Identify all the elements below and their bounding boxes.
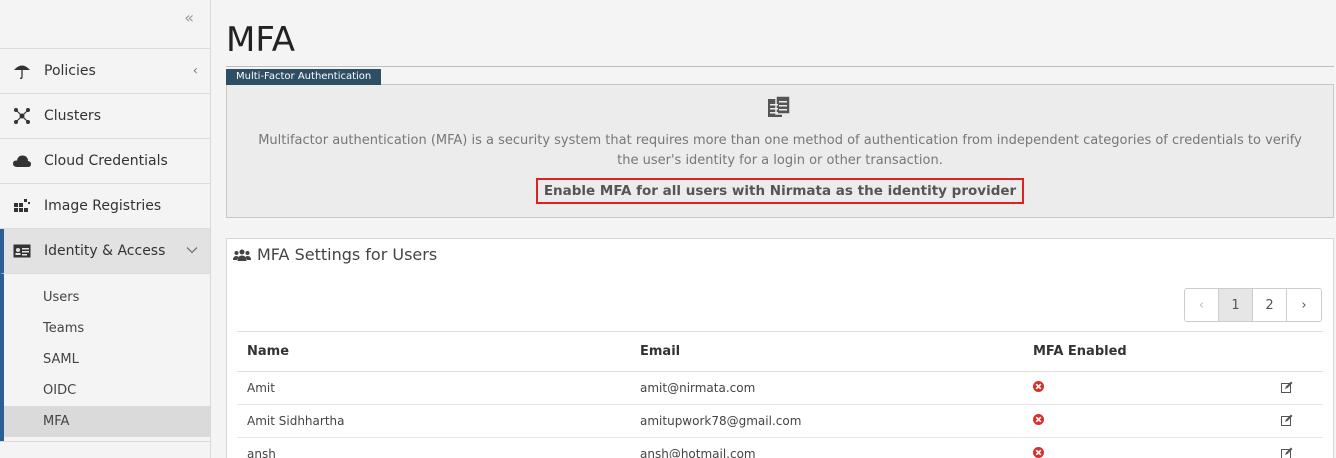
disabled-x-icon [1033,381,1044,395]
cloud-icon [12,154,32,168]
sidebar-item-label: Identity & Access [44,243,166,259]
disabled-x-icon [1033,414,1044,428]
pagination: ‹ 1 2 › [1184,288,1322,322]
chevron-left-icon: ‹ [192,63,198,79]
sidebar-subitem-oidc[interactable]: OIDC [4,375,210,406]
cell-actions [1223,404,1323,438]
table-row: Amit amit@nirmata.com [237,371,1323,405]
sidebar-item-label: Clusters [44,108,101,124]
cluster-icon [12,107,32,125]
collapse-sidebar-icon[interactable]: « [184,8,194,27]
pagination-prev-button[interactable]: ‹ [1185,289,1219,321]
cell-name: Amit Sidhhartha [237,404,630,438]
pagination-next-button[interactable]: › [1287,289,1321,321]
table-row: ansh ansh@hotmail.com [237,437,1323,458]
sidebar-subitem-mfa[interactable]: MFA [4,406,210,437]
panel-header: MFA Settings for Users [227,239,1333,270]
registry-icon [12,197,32,215]
cell-mfa-enabled [1023,437,1223,458]
cell-email: amitupwork78@gmail.com [630,404,1023,438]
column-header-actions [1223,331,1323,372]
cell-name: Amit [237,371,630,405]
sidebar-item-label: Cloud Credentials [44,153,168,169]
sidebar-item-identity-access[interactable]: Identity & Access [0,229,210,274]
title-divider: Multi-Factor Authentication [226,66,1334,85]
cell-mfa-enabled [1023,404,1223,438]
chevron-down-icon [186,244,198,259]
sidebar-item-label: Image Registries [44,198,162,214]
table-row: Amit Sidhhartha amitupwork78@gmail.com [237,404,1323,438]
edit-icon[interactable] [1281,414,1293,429]
cell-email: ansh@hotmail.com [630,437,1023,458]
sidebar-item-cloud-credentials[interactable]: Cloud Credentials [0,139,210,184]
identity-access-submenu: Users Teams SAML OIDC MFA [0,274,210,441]
disabled-x-icon [1033,447,1044,458]
panel-title: MFA Settings for Users [257,245,438,264]
sidebar-item-image-registries[interactable]: Image Registries [0,184,210,229]
column-header-mfa-enabled[interactable]: MFA Enabled [1023,331,1223,372]
sidebar-item-label: Policies [44,63,96,79]
mfa-settings-panel: MFA Settings for Users ‹ 1 2 › Name Emai… [226,238,1334,458]
id-card-icon [12,244,32,258]
sidebar-divider [0,441,210,455]
pagination-page-1[interactable]: 1 [1219,289,1253,321]
pagination-page-2[interactable]: 2 [1253,289,1287,321]
sidebar: « Policies ‹ Clusters Cloud Credentials … [0,0,211,458]
umbrella-icon [12,62,32,80]
sidebar-header [0,0,210,49]
sidebar-subitem-users[interactable]: Users [4,282,210,313]
documents-icon [766,95,794,125]
users-table: Name Email MFA Enabled Amit amit@nirmata… [237,331,1323,458]
cell-actions [1223,371,1323,405]
page-title: MFA [226,20,296,60]
section-tag: Multi-Factor Authentication [226,69,382,85]
sidebar-subitem-saml[interactable]: SAML [4,344,210,375]
enable-mfa-button[interactable]: Enable MFA for all users with Nirmata as… [535,178,1025,204]
cell-actions [1223,437,1323,458]
edit-icon[interactable] [1281,447,1293,458]
table-header-row: Name Email MFA Enabled [237,331,1323,372]
sidebar-item-policies[interactable]: Policies ‹ [0,49,210,94]
users-group-icon [233,248,251,262]
column-header-email[interactable]: Email [630,331,1023,372]
edit-icon[interactable] [1281,381,1293,396]
mfa-description: Multifactor authentication (MFA) is a se… [258,133,1302,168]
main-content: MFA Multi-Factor Authentication Multifac… [226,0,1334,458]
sidebar-item-clusters[interactable]: Clusters [0,94,210,139]
mfa-info-box: Multifactor authentication (MFA) is a se… [226,84,1334,218]
cell-mfa-enabled [1023,371,1223,405]
sidebar-subitem-teams[interactable]: Teams [4,313,210,344]
column-header-name[interactable]: Name [237,331,630,372]
cell-name: ansh [237,437,630,458]
cell-email: amit@nirmata.com [630,371,1023,405]
